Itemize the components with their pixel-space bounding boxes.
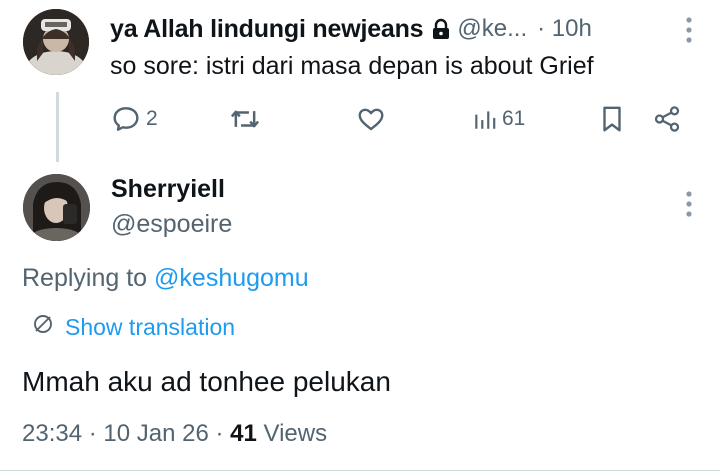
thread-connector-line [56, 92, 59, 162]
comment-button[interactable]: 2 [110, 100, 158, 138]
main-tweet-text: Mmah aku ad tonhee pelukan [22, 366, 391, 397]
views-button[interactable]: 61 [472, 100, 525, 138]
main-tweet-meta: 23:34 · 10 Jan 26 · 41 Views [22, 420, 328, 447]
lock-icon [431, 18, 451, 40]
bookmark-button[interactable] [598, 100, 626, 138]
main-tweet-date[interactable]: 10 Jan 26 [103, 420, 208, 447]
retweet-button[interactable] [228, 100, 262, 138]
main-views-label: Views [263, 420, 328, 447]
reply-tweet-time[interactable]: · 10h [537, 15, 592, 43]
comment-count: 2 [146, 107, 158, 130]
replying-to-label: Replying to [22, 264, 155, 292]
divider [0, 470, 720, 471]
reply-tweet-actions: 2 61 [110, 100, 690, 140]
views-count: 61 [502, 107, 526, 130]
more-icon[interactable] [685, 16, 693, 44]
main-author-avatar[interactable] [23, 174, 90, 241]
main-author-name[interactable]: Sherryiell [111, 175, 225, 204]
retweet-icon [228, 103, 262, 135]
reply-author-name[interactable]: ya Allah lindungi newjeans [110, 15, 424, 44]
main-tweet-time[interactable]: 23:34 [22, 420, 82, 447]
replying-to-line: Replying to @keshugomu [22, 264, 309, 293]
main-author-handle[interactable]: @espoeire [111, 210, 232, 239]
like-button[interactable] [356, 100, 386, 138]
main-views-count: 41 [230, 420, 257, 447]
translate-icon [31, 312, 65, 342]
share-button[interactable] [652, 100, 682, 138]
reply-tweet-text: so sore: istri dari masa depan is about … [110, 52, 594, 80]
replying-to-mention-link[interactable]: @keshugomu [154, 264, 309, 292]
like-icon [356, 104, 386, 134]
show-translation-label: Show translation [65, 313, 236, 340]
reply-tweet-header: ya Allah lindungi newjeans @ke... · 10h [110, 12, 680, 46]
reply-author-handle[interactable]: @ke... [457, 15, 527, 43]
comment-icon [110, 103, 142, 135]
share-icon [652, 104, 682, 134]
reply-author-avatar[interactable] [23, 9, 89, 75]
more-icon[interactable] [685, 190, 693, 218]
show-translation-button[interactable]: Show translation [31, 312, 235, 342]
views-icon [472, 106, 498, 132]
bookmark-icon [598, 104, 626, 134]
